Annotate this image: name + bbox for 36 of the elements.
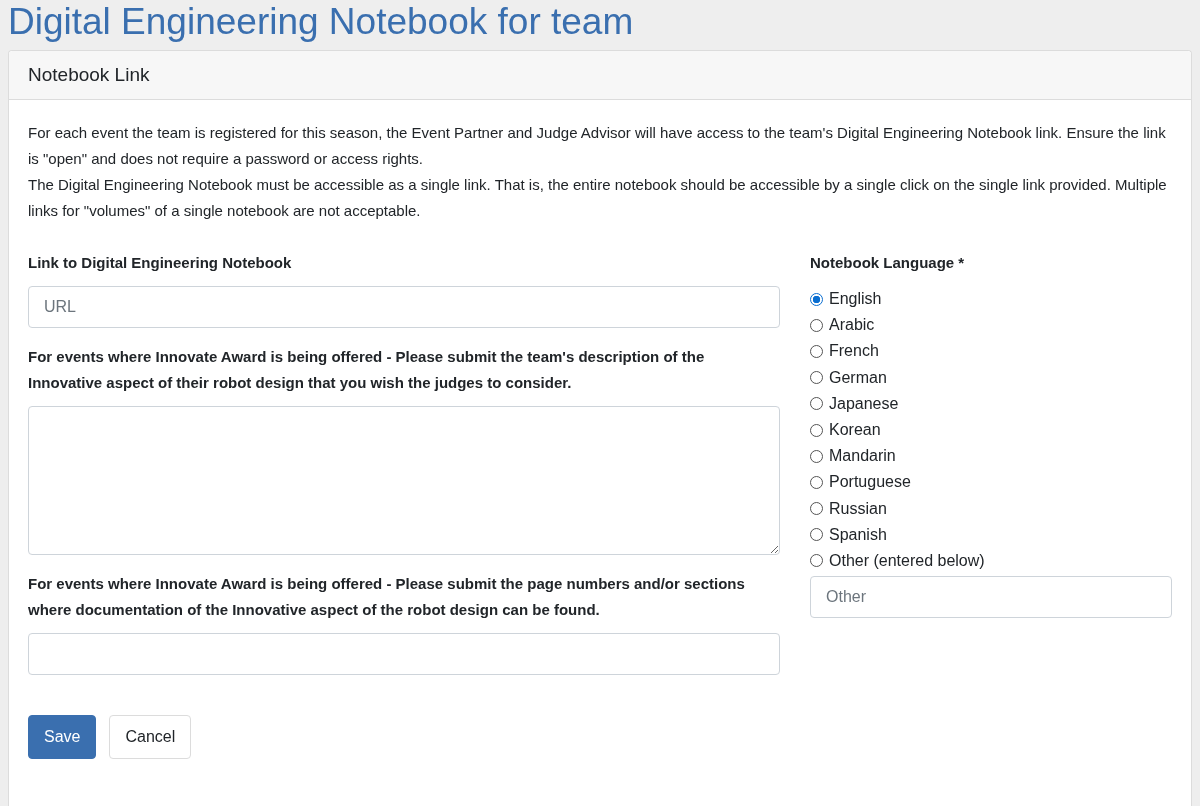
language-option[interactable]: French bbox=[810, 338, 1172, 365]
radio-button[interactable] bbox=[810, 475, 823, 489]
language-option[interactable]: Other (entered below) bbox=[810, 547, 1172, 575]
language-option[interactable]: German bbox=[810, 364, 1172, 391]
language-option[interactable]: Russian bbox=[810, 495, 1172, 522]
field-label: Link to Digital Engineering Notebook bbox=[28, 253, 293, 273]
radio-button[interactable] bbox=[810, 423, 823, 437]
intro-paragraph: The Digital Engineering Notebook must be accessible as a single link. That is, the entire notebook should be accessible by a single click on the single link provided. Multiple links for "volumes" of a single notebook are not acceptable. bbox=[28, 175, 1168, 221]
radio-button[interactable] bbox=[810, 318, 823, 332]
language-option[interactable]: Portuguese bbox=[810, 469, 1172, 496]
language-option[interactable]: English bbox=[810, 286, 1172, 313]
radio-button[interactable] bbox=[810, 449, 823, 463]
language-option[interactable]: Spanish bbox=[810, 521, 1172, 548]
input-field[interactable]: URL bbox=[28, 286, 780, 328]
field-label: For events where Innovate Award is being offered - Please submit the page numbers and/or sections where documentation of the Innovative aspect of the robot design can be found. bbox=[28, 574, 746, 620]
save-button[interactable]: Save bbox=[28, 715, 97, 759]
radio-button[interactable] bbox=[810, 292, 823, 306]
field-label: For events where Innovate Award is being offered - Please submit the team's description of the Innovative aspect of their robot design that you wish the judges to consider. bbox=[28, 347, 706, 393]
radio-button[interactable] bbox=[810, 397, 823, 411]
cancel-button[interactable]: Cancel bbox=[109, 715, 192, 759]
input-field[interactable] bbox=[28, 633, 780, 675]
radio-button[interactable] bbox=[810, 554, 823, 568]
page-title: Digital Engineering Notebook for team bbox=[8, 0, 635, 44]
radio-button[interactable] bbox=[810, 502, 823, 516]
field-label: Notebook Language * bbox=[810, 253, 966, 273]
radio-button[interactable] bbox=[810, 344, 823, 358]
language-option[interactable]: Japanese bbox=[810, 390, 1172, 417]
other-language-field[interactable]: Other bbox=[810, 576, 1172, 619]
language-option[interactable]: Korean bbox=[810, 416, 1172, 444]
language-option[interactable]: Mandarin bbox=[810, 443, 1172, 470]
radio-button[interactable] bbox=[810, 528, 823, 542]
radio-button[interactable] bbox=[810, 371, 823, 385]
description-field[interactable] bbox=[28, 406, 780, 555]
card-header: Notebook Link bbox=[9, 51, 1191, 100]
language-option[interactable]: Arabic bbox=[810, 312, 1172, 339]
intro-paragraph: For each event the team is registered for this season, the Event Partner and Judge Advisor will have access to the team's Digital Engineering Notebook link. Ensure the link is "open" and does not require a password or access rights. bbox=[28, 123, 1167, 169]
